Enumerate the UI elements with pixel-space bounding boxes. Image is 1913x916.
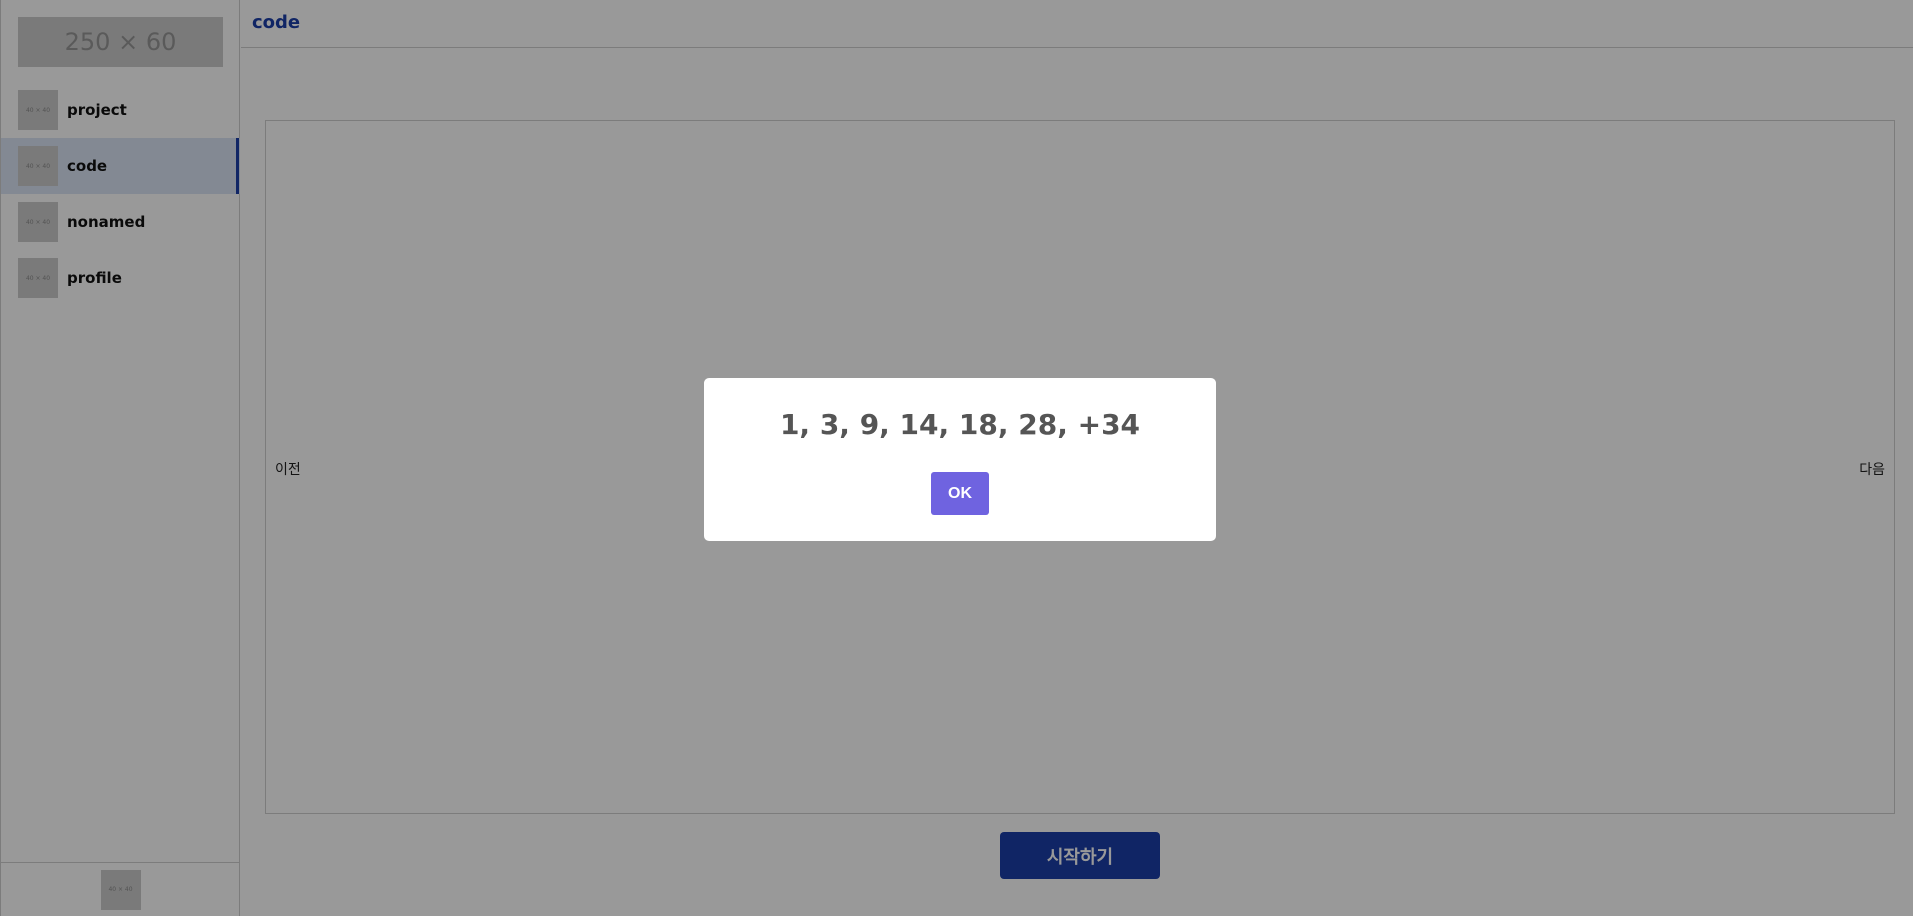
alert-dialog: 1, 3, 9, 14, 18, 28, +34 OK	[704, 378, 1216, 541]
dialog-message: 1, 3, 9, 14, 18, 28, +34	[779, 408, 1141, 441]
ok-button[interactable]: OK	[931, 472, 989, 515]
